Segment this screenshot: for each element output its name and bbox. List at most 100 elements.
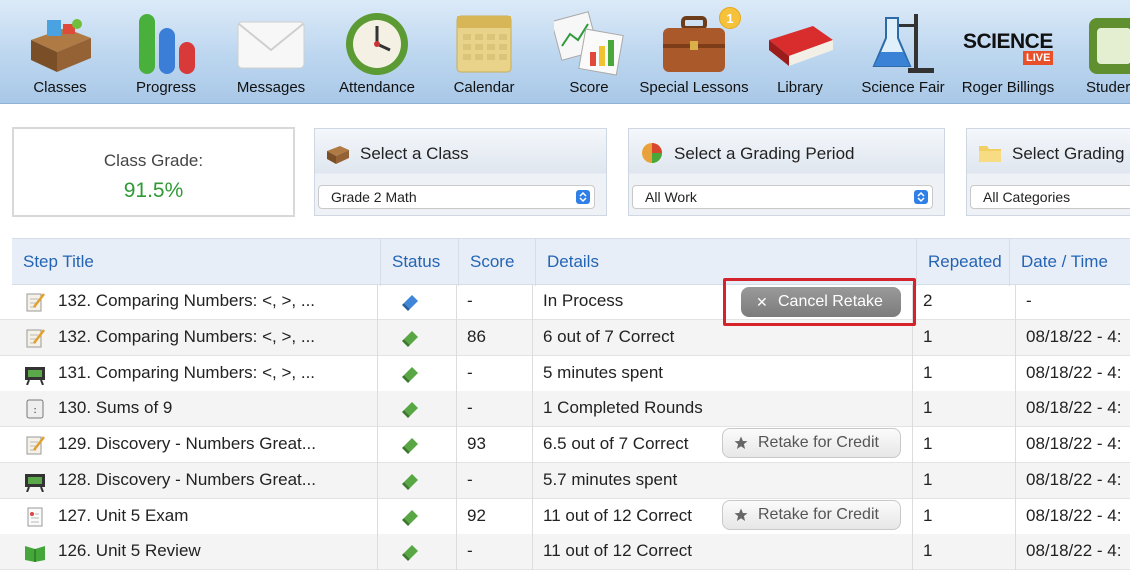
cell-score: 86 — [457, 319, 533, 356]
cell-step-title: : 130. Sums of 9 — [12, 391, 378, 428]
table-row[interactable]: 131. Comparing Numbers: <, >, ... -5 minu… — [0, 355, 1130, 392]
select-grading-category-panel: Select Grading C All Categories — [966, 128, 1130, 216]
class-select-value: Grade 2 Math — [331, 189, 417, 205]
class-grade-box: Class Grade: 91.5% — [12, 127, 295, 217]
cell-date-time: 08/18/22 - 4: — [1026, 434, 1122, 453]
details-text: 5.7 minutes spent — [543, 469, 678, 489]
toolbar-messages[interactable]: Messages — [230, 0, 312, 103]
step-title-text[interactable]: 129. Discovery - Numbers Great... — [58, 427, 316, 461]
cell-repeated: 1 — [913, 498, 1016, 535]
toolbar-calendar[interactable]: Calendar — [444, 0, 524, 103]
cell-repeated: 2 — [913, 284, 1016, 320]
cell-details: 5 minutes spent — [533, 355, 913, 392]
toolbar-label: Score — [569, 79, 609, 96]
cell-repeated: 1 — [913, 462, 1016, 499]
toolbar-special-lessons[interactable]: 1 Special Lessons — [638, 0, 750, 103]
select-arrows-icon — [914, 190, 928, 204]
grading-category-select-value: All Categories — [983, 189, 1071, 205]
cell-date-time: 08/18/22 - 4: — [1026, 469, 1122, 489]
toolbar-classes[interactable]: Classes — [20, 0, 100, 103]
column-header-score[interactable]: Score — [459, 239, 536, 286]
cell-step-title: 131. Comparing Numbers: <, >, ... — [12, 355, 378, 392]
retake-for-credit-label: Retake for Credit — [758, 505, 879, 523]
cell-status — [378, 319, 457, 356]
cell-repeated: 1 — [913, 319, 1016, 356]
step-title-text[interactable]: 132. Comparing Numbers: <, >, ... — [58, 320, 315, 354]
class-select[interactable]: Grade 2 Math — [318, 185, 595, 209]
star-icon — [734, 436, 748, 449]
table-row[interactable]: 126. Unit 5 Review -11 out of 12 Correct 1… — [0, 534, 1130, 571]
step-title-text[interactable]: 126. Unit 5 Review — [58, 534, 201, 568]
book-icon — [769, 26, 833, 66]
status-complete-icon — [400, 361, 420, 383]
cell-date-time: 08/18/22 - 4: — [1026, 541, 1122, 561]
video-icon — [24, 363, 46, 385]
details-text: 5 minutes spent — [543, 362, 664, 382]
panel-title: Select a Grading Period — [674, 144, 855, 163]
desk-icon — [327, 146, 349, 164]
cell-score: - — [457, 391, 533, 428]
table-row[interactable]: 132. Comparing Numbers: <, >, ... 86 6 out… — [0, 319, 1130, 356]
folder-icon — [979, 146, 1001, 162]
cell-score: 93 — [457, 427, 533, 463]
toolbar-library[interactable]: Library — [760, 0, 840, 103]
cell-status — [378, 284, 457, 320]
cell-details: 1 Completed Rounds — [533, 391, 913, 428]
status-complete-icon — [400, 504, 420, 526]
grading-category-select[interactable]: All Categories — [970, 185, 1130, 209]
grading-period-select[interactable]: All Work — [632, 185, 933, 209]
panel-header: Select Grading C — [967, 129, 1130, 177]
status-complete-icon — [400, 325, 420, 347]
toolbar-label: Special Lessons — [639, 79, 749, 96]
step-title-text[interactable]: 127. Unit 5 Exam — [58, 499, 188, 533]
cell-status — [378, 462, 457, 499]
panel-header: Select a Grading Period — [629, 129, 944, 177]
step-title-text[interactable]: 131. Comparing Numbers: <, >, ... — [58, 356, 315, 390]
progress-bars-icon — [139, 14, 195, 74]
toolbar-label: Messages — [236, 79, 306, 96]
cell-step-title: 127. Unit 5 Exam — [12, 498, 378, 535]
retake-for-credit-button[interactable]: Retake for Credit — [722, 428, 901, 458]
table-row[interactable]: 127. Unit 5 Exam 92 11 out of 12 Correct 1 0… — [0, 498, 1130, 535]
table-row[interactable]: 132. Comparing Numbers: <, >, ... - In Pro… — [0, 284, 1130, 320]
table-row[interactable]: : 130. Sums of 9 -1 Completed Rounds 1 08/18… — [0, 391, 1130, 428]
class-grade-label: Class Grade: — [103, 151, 204, 170]
status-complete-icon — [400, 539, 420, 562]
column-header-status[interactable]: Status — [381, 239, 459, 286]
step-title-text[interactable]: 128. Discovery - Numbers Great... — [58, 463, 316, 497]
score-charts-icon — [554, 11, 624, 76]
toolbar-label: Progress — [135, 79, 197, 96]
video-icon — [24, 470, 46, 493]
table-row[interactable]: 128. Discovery - Numbers Great... -5.7 mi… — [0, 462, 1130, 499]
column-header-step-title[interactable]: Step Title — [12, 239, 381, 286]
cell-date-time: 08/18/22 - 4: — [1026, 398, 1122, 418]
toolbar-science-live[interactable]: SCIENCE LIVE Roger Billings — [956, 0, 1060, 103]
cell-status — [378, 534, 457, 571]
toolbar-label: Calendar — [453, 79, 515, 96]
column-header-repeated[interactable]: Repeated — [917, 239, 1010, 286]
step-title-text[interactable]: 132. Comparing Numbers: <, >, ... — [58, 284, 315, 318]
toolbar-label: Studer — [1086, 79, 1130, 96]
cancel-retake-label: Cancel Retake — [778, 293, 883, 310]
select-class-panel: Select a Class Grade 2 Math — [314, 128, 607, 216]
step-title-text[interactable]: 130. Sums of 9 — [58, 391, 172, 425]
review-book-icon — [24, 541, 46, 563]
class-grade-value: 91.5% — [123, 179, 184, 202]
cell-status — [378, 427, 457, 463]
retake-for-credit-button[interactable]: Retake for Credit — [722, 499, 901, 530]
column-header-date-time[interactable]: Date / Time — [1010, 239, 1130, 286]
toolbar-score[interactable]: Score — [550, 0, 628, 103]
toolbar-science-fair[interactable]: Science Fair — [856, 0, 950, 103]
cell-score: - — [457, 355, 533, 392]
panel-header: Select a Class — [315, 129, 606, 177]
cancel-retake-button[interactable]: ✕ Cancel Retake — [741, 287, 901, 317]
cell-repeated: 1 — [913, 391, 1016, 428]
toolbar-attendance[interactable]: Attendance — [333, 0, 421, 103]
main-toolbar: Classes Progress Messages Attendance Cal… — [0, 0, 1130, 104]
toolbar-student[interactable]: Studer — [1082, 0, 1130, 103]
worksheet-icon — [24, 327, 46, 349]
table-row[interactable]: 129. Discovery - Numbers Great... 93 6.5 o… — [0, 427, 1130, 463]
cell-repeated: 1 — [913, 355, 1016, 392]
column-header-details[interactable]: Details — [536, 239, 917, 286]
toolbar-progress[interactable]: Progress — [126, 0, 206, 103]
